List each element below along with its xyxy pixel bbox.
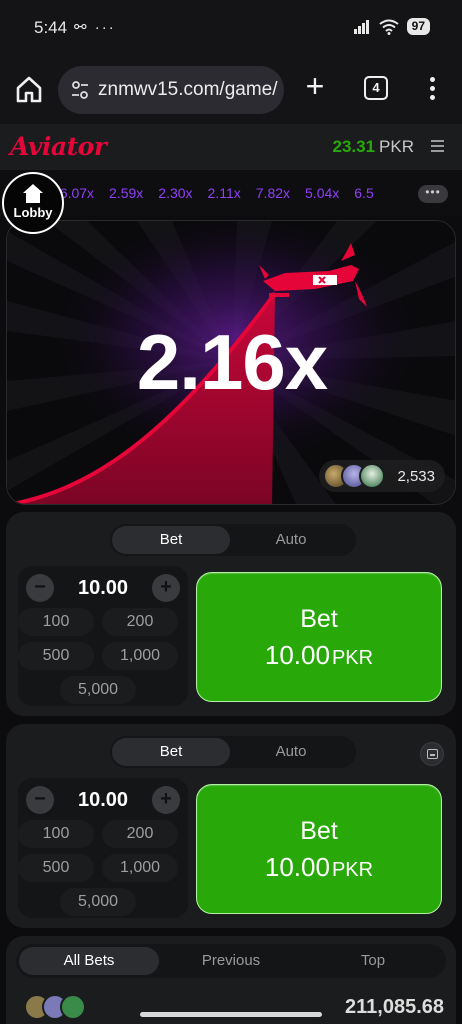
- site-settings-icon[interactable]: [70, 80, 90, 100]
- tab-bet[interactable]: Bet: [112, 738, 230, 766]
- bet-button-label: Bet: [300, 605, 338, 633]
- bets-row: 211,085.68: [20, 992, 450, 1024]
- history-more-button[interactable]: •••: [418, 185, 448, 203]
- quick-amount-button[interactable]: 1,000: [102, 854, 178, 882]
- decrease-amount-button[interactable]: −: [26, 786, 54, 814]
- quick-amount-button[interactable]: 1,000: [102, 642, 178, 670]
- place-bet-button[interactable]: Bet 10.00 PKR: [196, 572, 442, 702]
- decrease-amount-button[interactable]: −: [26, 574, 54, 602]
- lobby-label: Lobby: [13, 205, 53, 220]
- bet-amount-block: − 10.00 + 100 200 500 1,000 5,000: [18, 566, 188, 706]
- row-amount: 211,085.68: [345, 996, 444, 1018]
- tab-auto[interactable]: Auto: [232, 738, 350, 766]
- tab-all-bets[interactable]: All Bets: [19, 947, 159, 975]
- bet-button-amount: 10.00: [264, 640, 330, 670]
- quick-amount-button[interactable]: 5,000: [60, 888, 136, 916]
- url-text: znmwv15.com/game/: [98, 79, 278, 100]
- avatar: [359, 463, 386, 489]
- bet-mode-toggle: Bet Auto: [110, 524, 356, 556]
- history-multiplier: 6.07x: [59, 185, 95, 201]
- tab-switcher-button[interactable]: 4: [364, 76, 388, 100]
- quick-amount-button[interactable]: 100: [18, 820, 94, 848]
- notification-icons: ⚯ ···: [74, 19, 116, 36]
- quick-amount-button[interactable]: 500: [18, 854, 94, 882]
- game-stage: 2.16x 2,533: [6, 220, 456, 505]
- bet-button-amount-line: 10.00 PKR: [197, 852, 441, 883]
- bet-amount-value[interactable]: 10.00: [54, 786, 152, 814]
- bet-button-label: Bet: [300, 817, 338, 845]
- bets-panel: All Bets Previous Top 211,085.68: [6, 936, 456, 1024]
- tab-top[interactable]: Top: [303, 947, 443, 975]
- tab-bet[interactable]: Bet: [112, 526, 230, 554]
- quick-amount-button[interactable]: 200: [102, 608, 178, 636]
- history-multiplier: 5.04x: [305, 185, 340, 201]
- status-right: 97: [353, 18, 430, 35]
- history-multiplier: 2.30x: [158, 185, 193, 201]
- players-indicator: 2,533: [319, 460, 445, 492]
- history-multiplier: 2.59x: [109, 185, 144, 201]
- bet-button-amount: 10.00: [264, 852, 330, 882]
- quick-amount-button[interactable]: 5,000: [60, 676, 136, 704]
- history-multiplier: 6.5: [354, 185, 374, 201]
- home-icon[interactable]: [14, 74, 44, 104]
- new-tab-button[interactable]: +: [300, 70, 330, 102]
- history-multiplier: 7.82x: [255, 185, 291, 201]
- quick-amount-button[interactable]: 100: [18, 608, 94, 636]
- browser-menu-icon[interactable]: [424, 74, 440, 104]
- history-multiplier: 2.11x: [207, 185, 241, 201]
- row-avatars: [24, 994, 86, 1020]
- bet-mode-toggle: Bet Auto: [110, 736, 356, 768]
- place-bet-button[interactable]: Bet 10.00 PKR: [196, 784, 442, 914]
- increase-amount-button[interactable]: +: [152, 574, 180, 602]
- gesture-bar: [140, 1012, 322, 1017]
- game-header: Aviator 23.31 PKR: [0, 124, 462, 170]
- bet-panel-2: Bet Auto − 10.00 + 100 200 500 1,000 5,0…: [6, 724, 456, 928]
- increase-amount-button[interactable]: +: [152, 786, 180, 814]
- history-list: 3x6.07x2.59x2.30x2.11x7.82x5.04x6.5: [30, 185, 374, 201]
- balance-amount: 23.31: [332, 137, 376, 156]
- balance: 23.31 PKR: [332, 137, 414, 157]
- aviator-logo: Aviator: [10, 132, 107, 161]
- remove-panel-icon[interactable]: [420, 742, 444, 766]
- tab-previous[interactable]: Previous: [161, 947, 301, 975]
- bet-amount-value[interactable]: 10.00: [54, 574, 152, 602]
- bet-panel-1: Bet Auto − 10.00 + 100 200 500 1,000 5,0…: [6, 512, 456, 716]
- quick-amount-button[interactable]: 500: [18, 642, 94, 670]
- signal-icon: [353, 19, 369, 34]
- battery-indicator: 97: [406, 18, 430, 35]
- quick-amount-button[interactable]: 200: [102, 820, 178, 848]
- wifi-icon: [379, 19, 399, 35]
- status-bar: 5:44 ⚯ ··· 97: [0, 0, 462, 56]
- players-count: 2,533: [397, 467, 435, 485]
- bet-button-currency: PKR: [331, 647, 374, 669]
- avatar: [60, 994, 86, 1020]
- bets-tabs: All Bets Previous Top: [16, 944, 446, 978]
- lobby-button[interactable]: Lobby: [2, 172, 64, 234]
- multiplier-history: 3x6.07x2.59x2.30x2.11x7.82x5.04x6.5 •••: [0, 170, 462, 216]
- address-bar[interactable]: znmwv15.com/game/: [58, 66, 284, 114]
- bet-button-currency: PKR: [331, 859, 374, 881]
- current-multiplier: 2.16x: [136, 318, 328, 406]
- bet-button-amount-line: 10.00 PKR: [197, 640, 441, 671]
- bet-amount-block: − 10.00 + 100 200 500 1,000 5,000: [18, 778, 188, 918]
- tab-auto[interactable]: Auto: [232, 526, 350, 554]
- status-time: 5:44: [34, 18, 68, 37]
- balance-currency: PKR: [379, 137, 414, 156]
- browser-toolbar: znmwv15.com/game/ + 4: [0, 56, 462, 124]
- home-icon: [23, 184, 43, 203]
- game-menu-icon[interactable]: [431, 140, 444, 152]
